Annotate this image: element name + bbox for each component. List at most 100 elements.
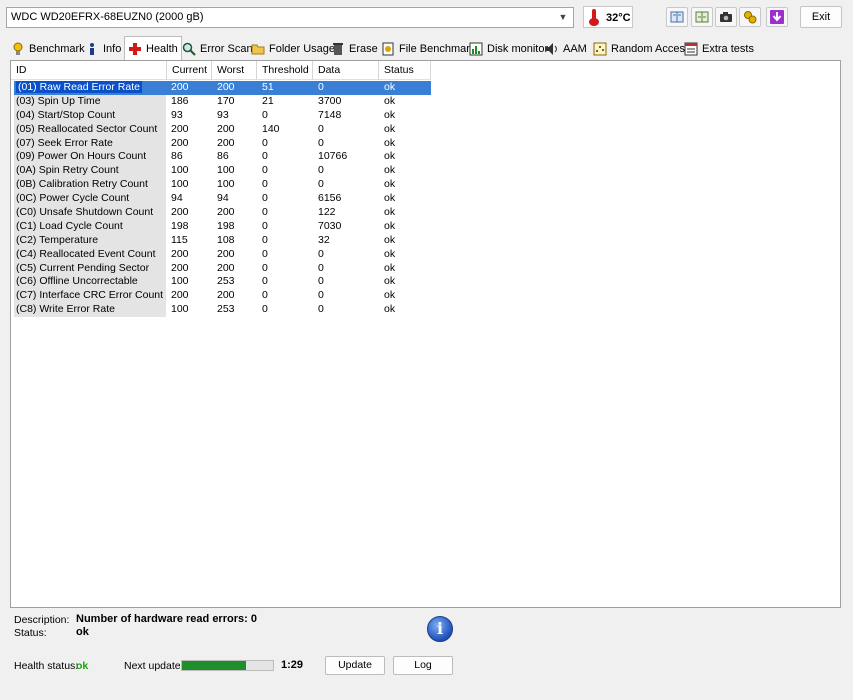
table-row[interactable]: (C1) Load Cycle Count 198 198 0 7030 ok <box>11 219 431 234</box>
tab-disk-monitor[interactable]: Disk monitor <box>466 38 551 60</box>
drive-select[interactable]: WDC WD20EFRX-68EUZN0 (2000 gB) ▼ <box>6 7 574 28</box>
worst-value-cell: 253 <box>212 275 257 290</box>
table-row[interactable]: (03) Spin Up Time 186 170 21 3700 ok <box>11 94 431 109</box>
current-value-cell: 200 <box>166 206 212 220</box>
threshold-value-cell: 51 <box>257 81 313 95</box>
threshold-value-cell: 0 <box>257 136 313 151</box>
column-header-status[interactable]: Status <box>379 61 431 80</box>
magnifier-icon <box>182 42 196 56</box>
tab-extra-tests[interactable]: Extra tests <box>681 38 757 60</box>
status-cell-text: ok <box>384 289 396 302</box>
column-header-current[interactable]: Current <box>167 61 212 80</box>
tab-health[interactable]: Health <box>124 36 182 60</box>
table-row[interactable]: (C6) Offline Uncorrectable 100 253 0 0 ok <box>11 275 431 290</box>
raw-data-cell-text: 122 <box>318 206 336 219</box>
table-row[interactable]: (C7) Interface CRC Error Count 200 200 0 0 ok <box>11 289 431 304</box>
info-circle-icon[interactable]: i <box>427 616 453 642</box>
threshold-value-cell: 0 <box>257 150 313 165</box>
table-row[interactable]: (0B) Calibration Retry Count 100 100 0 0 ok <box>11 178 431 193</box>
raw-data-cell-text: 0 <box>318 122 324 135</box>
threshold-value-cell-text: 0 <box>262 164 268 177</box>
status-cell: ok <box>379 81 431 95</box>
update-button[interactable]: Update <box>325 656 385 675</box>
worst-value-cell: 198 <box>212 219 257 234</box>
status-cell: ok <box>379 108 431 123</box>
status-cell-text: ok <box>384 275 396 288</box>
status-label: Status: <box>14 627 47 639</box>
column-header-threshold[interactable]: Threshold <box>257 61 313 80</box>
raw-data-cell: 0 <box>313 247 379 262</box>
raw-data-cell: 7148 <box>313 108 379 123</box>
table-row[interactable]: (04) Start/Stop Count 93 93 0 7148 ok <box>11 108 431 123</box>
status-cell-text: ok <box>384 81 396 93</box>
tab-folder-usage[interactable]: Folder Usage <box>248 38 338 60</box>
tab-error-scan[interactable]: Error Scan <box>179 38 256 60</box>
tab-label: Random Access <box>611 43 691 55</box>
tab-label: AAM <box>563 43 587 55</box>
threshold-value-cell-text: 0 <box>262 275 268 288</box>
worst-value-cell-text: 108 <box>217 233 235 246</box>
options-button[interactable] <box>739 7 761 27</box>
worst-value-cell-text: 100 <box>217 164 235 177</box>
table-row[interactable]: (07) Seek Error Rate 200 200 0 0 ok <box>11 136 431 151</box>
threshold-value-cell: 0 <box>257 206 313 220</box>
attribute-id-cell-text: (C5) Current Pending Sector <box>16 261 150 274</box>
worst-value-cell-text: 200 <box>217 81 235 93</box>
screenshot-button[interactable] <box>715 7 737 27</box>
download-button[interactable] <box>766 7 788 27</box>
current-value-cell: 200 <box>166 136 212 151</box>
column-header-data[interactable]: Data <box>313 61 379 80</box>
column-header-id[interactable]: ID <box>11 61 167 80</box>
tab-info[interactable]: Info <box>82 38 124 60</box>
status-cell: ok <box>379 164 431 179</box>
worst-value-cell-text: 200 <box>217 136 235 149</box>
tab-erase[interactable]: Erase <box>328 38 381 60</box>
table-row[interactable]: (0A) Spin Retry Count 100 100 0 0 ok <box>11 164 431 179</box>
table-row[interactable]: (C2) Temperature 115 108 0 32 ok <box>11 233 431 248</box>
table-row[interactable]: (05) Reallocated Sector Count 200 200 140 0 o… <box>11 122 431 137</box>
worst-value-cell: 100 <box>212 164 257 179</box>
status-cell: ok <box>379 219 431 234</box>
tab-aam[interactable]: AAM <box>542 38 590 60</box>
status-cell: ok <box>379 233 431 248</box>
current-value-cell: 100 <box>166 164 212 179</box>
threshold-value-cell-text: 140 <box>262 122 280 135</box>
table-row[interactable]: (0C) Power Cycle Count 94 94 0 6156 ok <box>11 192 431 207</box>
current-value-cell-text: 200 <box>171 136 189 149</box>
worst-value-cell: 200 <box>212 122 257 137</box>
raw-data-cell: 122 <box>313 206 379 220</box>
tab-benchmark[interactable]: Benchmark <box>8 38 88 60</box>
chevron-down-icon[interactable]: ▼ <box>557 11 569 24</box>
tab-random-access[interactable]: Random Access <box>590 38 693 60</box>
threshold-value-cell: 0 <box>257 247 313 262</box>
current-value-cell: 200 <box>166 81 212 95</box>
options-icon <box>744 11 757 24</box>
table-row[interactable]: (01) Raw Read Error Rate 200 200 51 0 ok <box>11 81 431 95</box>
attribute-id-cell-text: (04) Start/Stop Count <box>16 108 116 121</box>
raw-data-cell-text: 7148 <box>318 108 342 121</box>
copy-text-button[interactable] <box>691 7 713 27</box>
tab-file-benchmark[interactable]: File Benchmark <box>378 38 478 60</box>
log-button[interactable]: Log <box>393 656 453 675</box>
current-value-cell: 186 <box>166 94 212 109</box>
table-row[interactable]: (09) Power On Hours Count 86 86 0 10766 ok <box>11 150 431 165</box>
column-header-worst[interactable]: Worst <box>212 61 257 80</box>
worst-value-cell: 253 <box>212 303 257 318</box>
description-value: Number of hardware read errors: 0 <box>76 613 257 625</box>
raw-data-cell-text: 3700 <box>318 94 342 107</box>
table-row[interactable]: (C5) Current Pending Sector 200 200 0 0 ok <box>11 261 431 276</box>
worst-value-cell: 100 <box>212 178 257 193</box>
attribute-id-cell-text: (C8) Write Error Rate <box>16 303 115 316</box>
table-row[interactable]: (C0) Unsafe Shutdown Count 200 200 0 122 ok <box>11 206 431 220</box>
next-update-label: Next update: <box>124 660 184 672</box>
exit-button[interactable]: Exit <box>800 6 842 28</box>
worst-value-cell-text: 100 <box>217 178 235 191</box>
disk-monitor-icon <box>469 42 483 56</box>
benchmark-icon <box>11 42 25 56</box>
table-row[interactable]: (C4) Reallocated Event Count 200 200 0 0 ok <box>11 247 431 262</box>
table-row[interactable]: (C8) Write Error Rate 100 253 0 0 ok <box>11 303 431 318</box>
status-cell: ok <box>379 206 431 220</box>
next-update-progress <box>181 660 274 671</box>
copy-info-button[interactable] <box>666 7 688 27</box>
extra-tests-icon <box>684 42 698 56</box>
